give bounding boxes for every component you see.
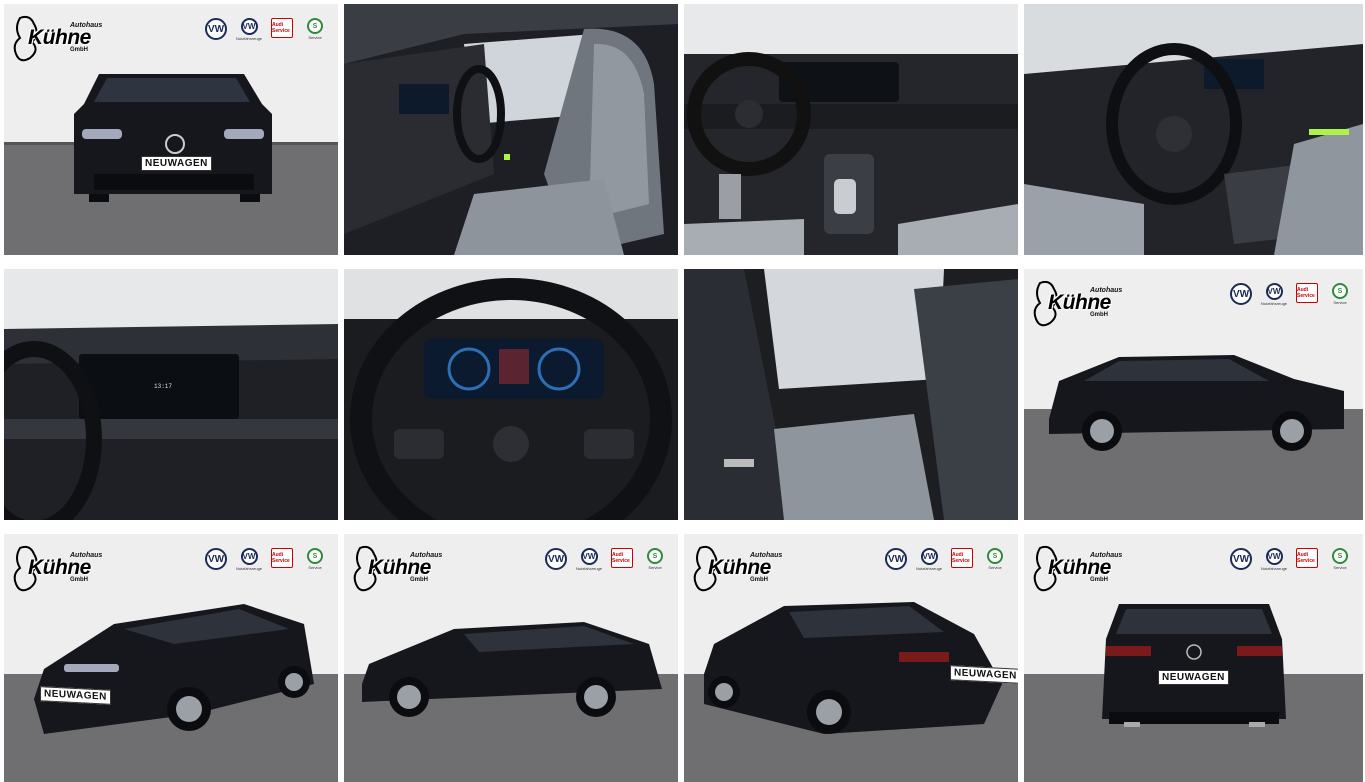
instrument-cluster-photo [344, 269, 678, 520]
audi-service-logo-icon: Audi Service [1296, 548, 1318, 568]
dealer-logo: Autohaus Kühne GmbH [350, 544, 442, 596]
dealer-logo: Autohaus Kühne GmbH [1030, 544, 1122, 596]
brand-logos: VW VW Nutzfahrzeuge Audi Service S Service [543, 548, 668, 571]
gallery-photo-interior-seat[interactable] [344, 4, 678, 255]
skoda-logo-icon: S [307, 18, 323, 34]
audi-service-logo-icon: Audi Service [1296, 283, 1318, 303]
dealer-suffix: GmbH [70, 47, 88, 53]
brand-logos: VW VW Nutzfahrzeuge Audi Service S Service [1228, 548, 1353, 571]
skoda-logo-icon: S [307, 548, 323, 564]
skoda-logo-icon: S [987, 548, 1003, 564]
steering-wheel-photo [1024, 4, 1363, 255]
infotainment-photo [4, 269, 338, 520]
vw-logo-icon: VW [545, 548, 567, 570]
gallery-photo-side-right[interactable]: Autohaus Kühne GmbH VW VW Nutzfahrzeuge A… [1024, 269, 1363, 520]
gallery-photo-dashboard[interactable] [684, 4, 1018, 255]
dealer-logo: Autohaus Kühne GmbH [1030, 279, 1122, 331]
audi-service-logo-icon: Audi Service [271, 18, 293, 38]
gallery-photo-front-three-quarter[interactable]: NEUWAGEN Autohaus Kühne GmbH VW VW Nutzfa… [4, 534, 338, 782]
brand-logos: VW VW Nutzfahrzeuge Audi Service S Service [203, 18, 328, 41]
audi-service-logo-icon: Audi Service [611, 548, 633, 568]
vw-commercial-logo-icon: VW [920, 548, 938, 565]
gallery-photo-rear-seats[interactable] [684, 269, 1018, 520]
vw-logo-icon: VW [205, 548, 227, 570]
brand-logos: VW VW Nutzfahrzeuge Audi Service S Service [203, 548, 328, 571]
gallery-photo-side-left[interactable]: Autohaus Kühne GmbH VW VW Nutzfahrzeuge A… [344, 534, 678, 782]
gallery-photo-steering-wheel[interactable] [1024, 4, 1363, 255]
vw-commercial-logo-icon: VW [1265, 548, 1283, 565]
vw-logo-icon: VW [1230, 548, 1252, 570]
dealer-logo: Autohaus Kühne GmbH [690, 544, 782, 596]
vw-commercial-logo-icon: VW [240, 18, 258, 35]
brand-logos: VW VW Nutzfahrzeuge Audi Service S Service [883, 548, 1008, 571]
gallery-photo-rear-three-quarter[interactable]: NEUWAGEN Autohaus Kühne GmbH VW VW Nutzfa… [684, 534, 1018, 782]
vw-commercial-logo-icon: VW [1265, 283, 1283, 300]
gallery-photo-cluster[interactable] [344, 269, 678, 520]
skoda-logo-icon: S [647, 548, 663, 564]
infotainment-clock: 13:17 [154, 383, 173, 390]
brand-logos: VW VW Nutzfahrzeuge Audi Service S Service [1228, 283, 1353, 306]
gallery-photo-front[interactable]: NEUWAGEN Autohaus Kühne GmbH VW VW Nutzfa… [4, 4, 338, 255]
neuwagen-plate: NEUWAGEN [1158, 670, 1229, 685]
vw-logo-icon: VW [885, 548, 907, 570]
dashboard-photo [684, 4, 1018, 255]
dealer-logo: Autohaus Kühne GmbH [10, 14, 102, 66]
gallery-photo-infotainment[interactable]: 13:17 [4, 269, 338, 520]
neuwagen-plate: NEUWAGEN [141, 156, 212, 171]
vw-commercial-logo-icon: VW [580, 548, 598, 565]
audi-service-logo-icon: Audi Service [951, 548, 973, 568]
vw-logo-icon: VW [205, 18, 227, 40]
skoda-logo-icon: S [1332, 283, 1348, 299]
photo-gallery: NEUWAGEN Autohaus Kühne GmbH VW VW Nutzfa… [0, 0, 1365, 782]
gallery-photo-rear[interactable]: NEUWAGEN Autohaus Kühne GmbH VW VW Nutzfa… [1024, 534, 1363, 782]
vw-logo-icon: VW [1230, 283, 1252, 305]
skoda-logo-icon: S [1332, 548, 1348, 564]
dealer-logo: Autohaus Kühne GmbH [10, 544, 102, 596]
vw-commercial-logo-icon: VW [240, 548, 258, 565]
interior-seat-photo [344, 4, 678, 255]
audi-service-logo-icon: Audi Service [271, 548, 293, 568]
rear-seats-photo [684, 269, 1018, 520]
